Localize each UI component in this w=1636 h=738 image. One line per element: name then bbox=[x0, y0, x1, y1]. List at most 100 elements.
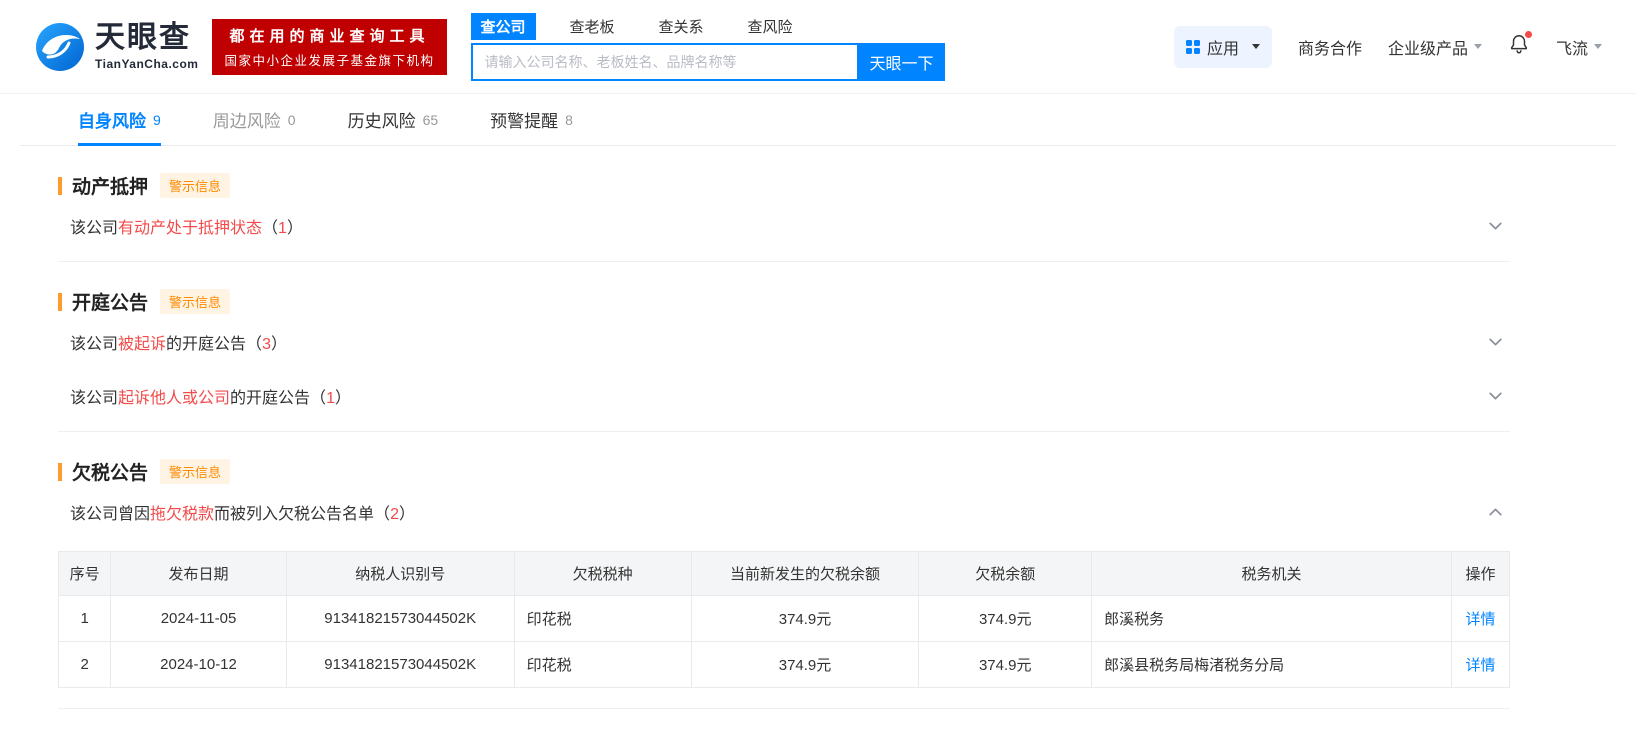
search-button[interactable]: 天眼一下 bbox=[859, 43, 945, 81]
cell-taxpayer-id: 91341821573044502K bbox=[286, 596, 514, 642]
section-chattel-mortgage: 动产抵押 警示信息 该公司有动产处于抵押状态（1） bbox=[58, 172, 1510, 253]
cell-publish-date: 2024-10-12 bbox=[111, 642, 287, 688]
row-text-post: 的开庭公告 bbox=[166, 336, 246, 353]
risk-row-tax-arrears[interactable]: 该公司曾因拖欠税款而被列入欠税公告名单（2） bbox=[58, 485, 1510, 539]
row-text-pre: 该公司 bbox=[70, 220, 118, 237]
apps-grid-icon bbox=[1186, 40, 1200, 54]
section-divider bbox=[58, 708, 1510, 709]
search-tab-company[interactable]: 查公司 bbox=[471, 13, 536, 40]
slogan-banner: 都在用的商业查询工具 国家中小企业发展子基金旗下机构 bbox=[212, 19, 446, 75]
tab-count: 8 bbox=[565, 112, 573, 128]
section-title-row: 欠税公告 警示信息 bbox=[58, 458, 1510, 485]
top-header: 天眼查 TianYanCha.com 都在用的商业查询工具 国家中小企业发展子基… bbox=[0, 0, 1636, 94]
cell-publish-date: 2024-11-05 bbox=[111, 596, 287, 642]
column-header-serial: 序号 bbox=[59, 552, 111, 596]
tianyancha-logo-icon bbox=[34, 21, 86, 73]
user-name: 飞流 bbox=[1556, 35, 1588, 59]
cell-authority: 郎溪税务 bbox=[1092, 596, 1452, 642]
chevron-down-icon[interactable] bbox=[1487, 218, 1504, 235]
search-block: 查公司 查老板 查关系 查风险 天眼一下 bbox=[471, 13, 945, 81]
tab-count: 9 bbox=[153, 112, 161, 128]
section-title: 动产抵押 bbox=[72, 172, 148, 199]
cell-tax-type: 印花税 bbox=[514, 642, 691, 688]
table-row: 1 2024-11-05 91341821573044502K 印花税 374.… bbox=[59, 596, 1510, 642]
cell-taxpayer-id: 91341821573044502K bbox=[286, 642, 514, 688]
column-header-tax-type: 欠税税种 bbox=[514, 552, 691, 596]
cell-arrears: 374.9元 bbox=[919, 596, 1092, 642]
cell-new-arrears: 374.9元 bbox=[691, 642, 919, 688]
row-text-pre: 该公司 bbox=[70, 390, 118, 407]
tab-self-risk[interactable]: 自身风险 9 bbox=[78, 94, 161, 145]
section-title-row: 开庭公告 警示信息 bbox=[58, 288, 1510, 315]
section-title-row: 动产抵押 警示信息 bbox=[58, 172, 1510, 199]
chevron-up-icon[interactable] bbox=[1487, 504, 1504, 521]
tab-surrounding-risk[interactable]: 周边风险 0 bbox=[213, 94, 296, 145]
tab-warning-alerts[interactable]: 预警提醒 8 bbox=[490, 94, 573, 145]
table-row: 2 2024-10-12 91341821573044502K 印花税 374.… bbox=[59, 642, 1510, 688]
detail-link[interactable]: 详情 bbox=[1465, 611, 1495, 628]
row-text-highlight: 被起诉 bbox=[118, 336, 166, 353]
risk-row-suing-others[interactable]: 该公司起诉他人或公司的开庭公告（1） bbox=[58, 369, 1510, 423]
enterprise-products-menu[interactable]: 企业级产品 bbox=[1388, 35, 1482, 59]
apps-label: 应用 bbox=[1207, 35, 1239, 59]
tab-label: 预警提醒 bbox=[490, 107, 558, 132]
column-header-arrears: 欠税余额 bbox=[919, 552, 1092, 596]
search-tab-risk[interactable]: 查风险 bbox=[738, 13, 803, 40]
chevron-down-icon bbox=[1594, 44, 1602, 49]
column-header-action: 操作 bbox=[1451, 552, 1509, 596]
section-divider bbox=[58, 431, 1510, 432]
chevron-down-icon bbox=[1474, 44, 1482, 49]
row-count: 3 bbox=[262, 336, 271, 353]
tab-count: 65 bbox=[423, 112, 439, 128]
row-text-highlight: 有动产处于抵押状态 bbox=[118, 220, 262, 237]
tab-label: 历史风险 bbox=[348, 107, 416, 132]
tab-label: 自身风险 bbox=[78, 107, 146, 132]
column-header-authority: 税务机关 bbox=[1092, 552, 1452, 596]
enterprise-products-label: 企业级产品 bbox=[1388, 35, 1468, 59]
row-text-pre: 该公司曾因 bbox=[70, 506, 150, 523]
section-court-announcement: 开庭公告 警示信息 该公司被起诉的开庭公告（3） 该公司起诉他人或公司的开庭公告… bbox=[58, 288, 1510, 423]
risk-tab-bar: 自身风险 9 周边风险 0 历史风险 65 预警提醒 8 bbox=[20, 94, 1616, 146]
paren-close: ） bbox=[287, 220, 303, 237]
row-text-pre: 该公司 bbox=[70, 336, 118, 353]
search-bar: 天眼一下 bbox=[471, 43, 945, 81]
row-count: 1 bbox=[278, 220, 287, 237]
header-nav: 应用 商务合作 企业级产品 飞流 bbox=[1174, 26, 1602, 68]
brand-domain: TianYanCha.com bbox=[95, 57, 198, 71]
slogan-line1: 都在用的商业查询工具 bbox=[224, 25, 434, 46]
business-cooperation-link[interactable]: 商务合作 bbox=[1298, 35, 1362, 59]
search-input[interactable] bbox=[471, 43, 859, 81]
paren-open: （ bbox=[374, 506, 390, 523]
section-title: 欠税公告 bbox=[72, 458, 148, 485]
chevron-down-icon[interactable] bbox=[1487, 388, 1504, 405]
row-text-post: 而被列入欠税公告名单 bbox=[214, 506, 374, 523]
paren-close: ） bbox=[271, 336, 287, 353]
search-tab-relation[interactable]: 查关系 bbox=[649, 13, 714, 40]
column-header-taxpayer-id: 纳税人识别号 bbox=[286, 552, 514, 596]
notifications-bell[interactable] bbox=[1508, 33, 1530, 60]
brand-name: 天眼查 bbox=[95, 23, 198, 53]
table-header-row: 序号 发布日期 纳税人识别号 欠税税种 当前新发生的欠税余额 欠税余额 税务机关… bbox=[59, 552, 1510, 596]
row-text-post: 的开庭公告 bbox=[230, 390, 310, 407]
row-text-highlight: 拖欠税款 bbox=[150, 506, 214, 523]
section-accent-bar bbox=[58, 177, 62, 195]
tab-history-risk[interactable]: 历史风险 65 bbox=[348, 94, 439, 145]
detail-link[interactable]: 详情 bbox=[1465, 657, 1495, 674]
apps-menu[interactable]: 应用 bbox=[1174, 26, 1272, 68]
warning-badge: 警示信息 bbox=[160, 289, 230, 314]
tab-label: 周边风险 bbox=[213, 107, 281, 132]
row-count: 1 bbox=[326, 390, 335, 407]
slogan-line2: 国家中小企业发展子基金旗下机构 bbox=[224, 50, 434, 69]
tax-arrears-table: 序号 发布日期 纳税人识别号 欠税税种 当前新发生的欠税余额 欠税余额 税务机关… bbox=[58, 551, 1510, 688]
section-tax-arrears: 欠税公告 警示信息 该公司曾因拖欠税款而被列入欠税公告名单（2） 序号 发布日期… bbox=[58, 458, 1510, 709]
user-menu[interactable]: 飞流 bbox=[1556, 35, 1602, 59]
section-accent-bar bbox=[58, 293, 62, 311]
cell-tax-type: 印花税 bbox=[514, 596, 691, 642]
risk-row-mortgage[interactable]: 该公司有动产处于抵押状态（1） bbox=[58, 199, 1510, 253]
chevron-down-icon[interactable] bbox=[1487, 334, 1504, 351]
paren-open: （ bbox=[262, 220, 278, 237]
risk-row-sued[interactable]: 该公司被起诉的开庭公告（3） bbox=[58, 315, 1510, 369]
tianyancha-logo[interactable]: 天眼查 TianYanCha.com bbox=[34, 21, 198, 73]
search-tab-boss[interactable]: 查老板 bbox=[560, 13, 625, 40]
paren-open: （ bbox=[310, 390, 326, 407]
